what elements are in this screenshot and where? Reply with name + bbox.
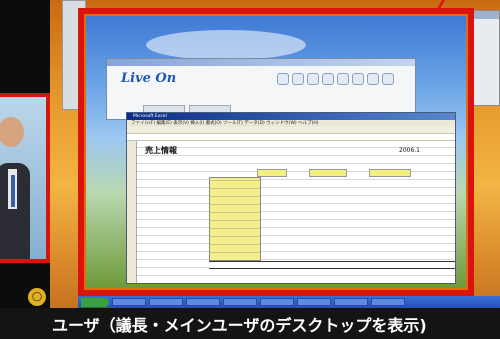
volume-control-icon[interactable]: ◯ (28, 288, 46, 306)
highlighted-cells (209, 177, 261, 261)
taskbar-item[interactable] (297, 298, 331, 306)
toolbar-icon[interactable] (322, 73, 334, 85)
toolbar-icon[interactable] (367, 73, 379, 85)
row-headers (127, 141, 137, 283)
taskbar (78, 296, 500, 308)
start-button[interactable] (81, 297, 109, 307)
header-cell (257, 169, 287, 177)
toolbar-icon[interactable] (307, 73, 319, 85)
taskbar-item[interactable] (371, 298, 405, 306)
toolbar-icon[interactable] (337, 73, 349, 85)
sheet-title: 売上情報 (145, 146, 177, 155)
excel-titlebar: Microsoft Excel (127, 113, 455, 120)
excel-toolbar[interactable] (127, 127, 455, 134)
taskbar-item[interactable] (260, 298, 294, 306)
presenter-tie (11, 175, 15, 207)
total-row (209, 261, 455, 269)
toolbar-icon[interactable] (292, 73, 304, 85)
liveon-titlebar (107, 59, 415, 66)
taskbar-item[interactable] (149, 298, 183, 306)
presenter-video (0, 93, 50, 263)
toolbar-icon[interactable] (352, 73, 364, 85)
excel-menubar[interactable]: ファイル(F) 編集(E) 表示(V) 挿入(I) 書式(O) ツール(T) デ… (127, 120, 455, 127)
taskbar-item[interactable] (186, 298, 220, 306)
toolbar-icon[interactable] (382, 73, 394, 85)
presenter-head (0, 117, 24, 147)
excel-window: Microsoft Excel ファイル(F) 編集(E) 表示(V) 挿入(I… (126, 112, 456, 284)
header-cell (309, 169, 347, 177)
caption-text: ユーザ（議長・メインユーザのデスクトップを表示) (52, 316, 427, 335)
shared-desktop: Live On Microsoft Excel ファイル(F) 編集(E) 表示… (86, 16, 466, 288)
taskbar-item[interactable] (334, 298, 368, 306)
liveon-logo: Live On (121, 71, 177, 86)
taskbar-item[interactable] (112, 298, 146, 306)
taskbar-item[interactable] (223, 298, 257, 306)
toolbar-icon[interactable] (277, 73, 289, 85)
header-cell (369, 169, 411, 177)
sky-cloud (146, 30, 306, 60)
column-header-cells (257, 169, 433, 177)
liveon-window: Live On (106, 58, 416, 120)
sheet-date: 2006.1 (399, 147, 420, 154)
excel-formula-bar[interactable] (127, 134, 455, 141)
liveon-toolbar (277, 73, 394, 85)
